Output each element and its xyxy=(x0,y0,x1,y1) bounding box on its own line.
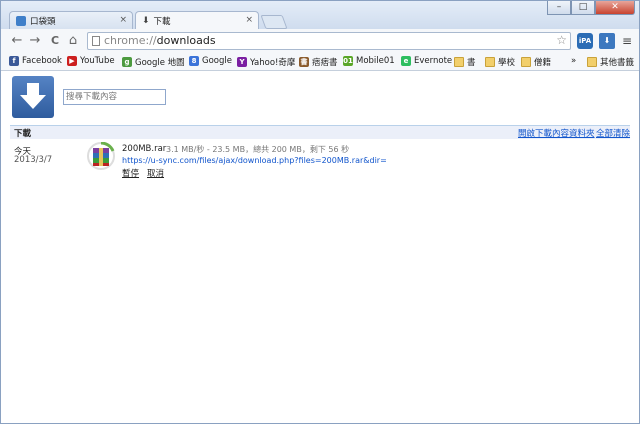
page-favicon-icon xyxy=(16,15,26,26)
download-arrow-icon: ⬇ xyxy=(142,15,150,26)
download-progress-status: 3.1 MB/秒 - 23.5 MB，總共 200 MB，剩下 56 秒 xyxy=(166,145,350,154)
date-value: 2013/3/7 xyxy=(14,155,53,165)
clear-all-link[interactable]: 全部清除 xyxy=(596,127,630,139)
other-bookmarks[interactable]: 其他書籤 xyxy=(587,56,634,68)
bookmark-pipi[interactable]: 書痞痞書 xyxy=(299,56,338,68)
back-button[interactable]: ← xyxy=(9,33,25,49)
url-text: chrome://downloads xyxy=(104,34,216,47)
bookmark-yahoo[interactable]: Y Yahoo!奇摩 xyxy=(237,56,295,68)
menu-icon[interactable]: ≡ xyxy=(619,33,635,49)
ipa-extension-icon[interactable]: iPA xyxy=(577,33,593,49)
google-maps-icon: g xyxy=(122,57,132,67)
toolbar: ← → C ⌂ chrome://downloads ☆ iPA ⬇ ≡ xyxy=(1,29,639,53)
facebook-icon: f xyxy=(9,56,19,66)
downloads-logo-icon xyxy=(12,76,54,118)
bookmark-folder-monk[interactable]: 僧籍 xyxy=(521,56,551,68)
reload-button[interactable]: C xyxy=(47,33,63,49)
tab-downloads[interactable]: ⬇ 下載 × xyxy=(135,11,259,29)
bookmark-youtube[interactable]: ▶ YouTube xyxy=(67,56,115,66)
bookmark-star-icon[interactable]: ☆ xyxy=(556,33,567,47)
folder-icon xyxy=(521,57,531,67)
tab-close-icon[interactable]: × xyxy=(245,15,253,25)
bookmark-facebook[interactable]: f Facebook xyxy=(9,56,62,66)
bookmarks-overflow-button[interactable]: » xyxy=(571,56,576,66)
google-icon: 8 xyxy=(189,56,199,66)
browser-window: 口袋頭 × ⬇ 下載 × – □ ✕ ← → C ⌂ chrome://down… xyxy=(0,0,640,424)
bookmark-folder-school[interactable]: 學校 xyxy=(485,56,515,68)
bookmarks-bar: f Facebook ▶ YouTube g Google 地圖 8 Google YY… xyxy=(1,53,639,71)
search-downloads-input[interactable] xyxy=(63,89,166,105)
bookmark-google-maps[interactable]: g Google 地圖 xyxy=(122,56,185,68)
open-downloads-folder-link[interactable]: 開啟下載內容資料夾 xyxy=(518,127,595,139)
bookmark-mobile01[interactable]: 01 Mobile01 xyxy=(343,56,395,66)
cancel-download-link[interactable]: 取消 xyxy=(147,167,164,179)
youtube-icon: ▶ xyxy=(67,56,77,66)
close-window-button[interactable]: ✕ xyxy=(595,1,635,15)
tab-title: 口袋頭 xyxy=(30,16,56,27)
downloads-section-header: 下載 開啟下載內容資料夾 全部清除 xyxy=(10,125,630,139)
download-extension-icon[interactable]: ⬇ xyxy=(599,33,615,49)
pipi-icon: 書 xyxy=(299,57,309,67)
folder-icon xyxy=(485,57,495,67)
download-filename[interactable]: 200MB.rar xyxy=(122,144,166,154)
folder-icon xyxy=(587,57,597,67)
downloads-page: 下載 開啟下載內容資料夾 全部清除 今天 2013/3/7 200MB.rar … xyxy=(1,71,639,423)
tab-title: 下載 xyxy=(153,16,171,27)
minimize-button[interactable]: – xyxy=(547,1,571,15)
evernote-icon: e xyxy=(401,56,411,66)
home-button[interactable]: ⌂ xyxy=(65,33,81,49)
window-controls: – □ ✕ xyxy=(547,1,635,15)
bookmark-folder-book[interactable]: 書 xyxy=(454,56,476,68)
tab-close-icon[interactable]: × xyxy=(119,15,127,25)
folder-icon xyxy=(454,57,464,67)
address-bar[interactable]: chrome://downloads ☆ xyxy=(87,32,571,50)
tab-strip: 口袋頭 × ⬇ 下載 × – □ ✕ xyxy=(1,1,639,29)
section-title: 下載 xyxy=(14,129,32,139)
tab-pocket[interactable]: 口袋頭 × xyxy=(9,11,133,29)
mobile01-icon: 01 xyxy=(343,56,353,66)
forward-button[interactable]: → xyxy=(27,33,43,49)
maximize-button[interactable]: □ xyxy=(571,1,595,15)
pause-download-link[interactable]: 暫停 xyxy=(122,167,139,179)
bookmark-evernote[interactable]: e Evernote xyxy=(401,56,452,66)
download-source-url[interactable]: https://u-sync.com/files/ajax/download.p… xyxy=(122,156,387,165)
rar-file-icon xyxy=(87,141,115,170)
new-tab-button[interactable] xyxy=(260,15,288,29)
page-icon xyxy=(92,36,100,46)
yahoo-icon: Y xyxy=(237,57,247,67)
bookmark-google[interactable]: 8 Google xyxy=(189,56,232,66)
